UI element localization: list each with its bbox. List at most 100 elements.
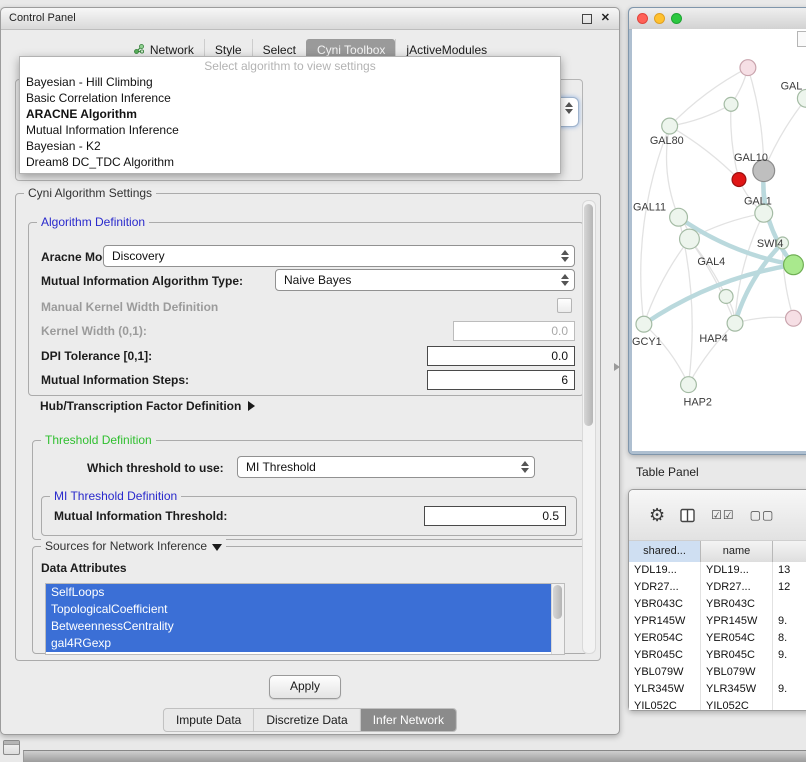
gear-icon[interactable]: ⚙	[649, 505, 665, 526]
algorithm-option[interactable]: Dream8 DC_TDC Algorithm	[20, 155, 560, 170]
network-node[interactable]	[786, 310, 802, 326]
which-threshold-select[interactable]: MI Threshold	[237, 456, 535, 478]
select-all-icon[interactable]: ☑☑	[711, 508, 735, 522]
network-window-titlebar[interactable]	[629, 8, 806, 30]
sources-group-title-text: Sources for Network Inference	[45, 539, 207, 553]
network-canvas[interactable]: GALGAL80GAL10GAL1GAL11SWI4GAL4GCY1HAP4HA…	[632, 29, 806, 451]
node-label: HAP2	[684, 396, 712, 408]
algorithm-option[interactable]: Mutual Information Inference	[20, 123, 560, 138]
algorithm-dropdown-popup: Select algorithm to view settings Bayesi…	[19, 56, 561, 174]
manual-kernel-width-checkbox[interactable]	[557, 298, 572, 313]
algorithm-option[interactable]: Bayesian - Hill Climbing	[20, 75, 560, 90]
settings-scrollbar[interactable]	[582, 200, 596, 654]
table-cell: YPR145W	[701, 613, 773, 630]
table-row[interactable]: YPR145WYPR145W9.	[629, 613, 806, 630]
bottom-tab-discretize-data[interactable]: Discretize Data	[253, 709, 359, 731]
algorithm-dropdown-placeholder: Select algorithm to view settings	[20, 57, 560, 75]
table-cell: YDL19...	[701, 562, 773, 579]
kernel-width-field[interactable]: 0.0	[453, 321, 575, 341]
attribute-item[interactable]: gal4RGexp	[46, 635, 564, 652]
data-attributes-label: Data Attributes	[41, 561, 127, 575]
node-label: SWI4	[757, 238, 784, 250]
network-node-gal10[interactable]	[732, 173, 746, 187]
network-edge	[689, 213, 763, 239]
table-cell: YLR345W	[701, 681, 773, 698]
network-node-hap4[interactable]	[727, 315, 743, 331]
attribute-item[interactable]: BetweennessCentrality	[46, 618, 564, 635]
table-cell: YDR27...	[629, 579, 701, 596]
aracne-mode-select[interactable]: Discovery	[103, 245, 575, 267]
node-label: GAL	[781, 80, 803, 92]
network-node-gal80[interactable]	[662, 118, 678, 134]
column-header[interactable]: shared...	[629, 541, 701, 562]
algorithm-options: Bayesian - Hill ClimbingBasic Correlatio…	[20, 75, 560, 170]
attribute-item[interactable]: TopologicalCoefficient	[46, 601, 564, 618]
settings-group-title: Cyni Algorithm Settings	[24, 186, 156, 200]
table-row[interactable]: YDR27...YDR27...12	[629, 579, 806, 596]
algorithm-option[interactable]: Bayesian - K2	[20, 139, 560, 154]
network-node-hap2[interactable]	[681, 377, 697, 393]
mi-steps-field[interactable]: 6	[427, 370, 575, 390]
tab-label: jActiveModules	[406, 43, 487, 57]
network-edge	[735, 317, 793, 323]
float-window-icon[interactable]	[582, 14, 592, 24]
algorithm-option[interactable]: Basic Correlation Inference	[20, 91, 560, 106]
tab-label: Select	[263, 43, 296, 57]
network-node[interactable]	[719, 290, 733, 304]
list-scrollbar[interactable]	[551, 584, 564, 654]
table-cell	[773, 596, 806, 613]
canvas-scroll-corner[interactable]	[797, 31, 806, 47]
table-row[interactable]: YBR043CYBR043C	[629, 596, 806, 613]
network-node-gcy1[interactable]	[636, 316, 652, 332]
which-threshold-label: Which threshold to use:	[87, 461, 224, 475]
splitter-collapse-icon[interactable]	[614, 363, 620, 371]
algorithm-option[interactable]: ARACNE Algorithm	[20, 107, 560, 122]
threshold-definition-title: Threshold Definition	[41, 433, 156, 447]
table-cell: YLR345W	[629, 681, 701, 698]
table-cell	[773, 664, 806, 681]
hub-definition-toggle[interactable]: Hub/Transcription Factor Definition	[40, 399, 255, 413]
column-visibility-icon[interactable]	[680, 508, 696, 523]
network-node-gal11[interactable]	[670, 208, 688, 226]
table-row[interactable]: YLR345WYLR345W9.	[629, 681, 806, 698]
bottom-tab-infer-network[interactable]: Infer Network	[360, 709, 456, 731]
control-panel-titlebar[interactable]: Control Panel ✕	[1, 8, 619, 30]
dpi-tolerance-field[interactable]: 0.0	[427, 346, 575, 366]
network-node-gal4[interactable]	[680, 229, 700, 249]
close-traffic-light-icon[interactable]	[637, 13, 648, 24]
table-cell: YBR045C	[701, 647, 773, 664]
docked-panel-icon[interactable]	[3, 740, 20, 755]
network-edge	[644, 324, 689, 384]
combo-arrows-icon	[521, 461, 529, 473]
deselect-all-icon[interactable]: ▢▢	[750, 508, 775, 522]
zoom-traffic-light-icon[interactable]	[671, 13, 682, 24]
node-label: HAP4	[699, 333, 727, 345]
table-row[interactable]: YBR045CYBR045C9.	[629, 647, 806, 664]
node-label: GAL11	[633, 201, 666, 213]
attribute-item[interactable]: SelfLoops	[46, 584, 564, 601]
minimize-traffic-light-icon[interactable]	[654, 13, 665, 24]
tab-label: Cyni Toolbox	[317, 43, 385, 57]
scrollbar-thumb[interactable]	[553, 585, 562, 619]
collapse-arrow-icon	[212, 544, 222, 551]
table-row[interactable]: YDL19...YDL19...13	[629, 562, 806, 579]
table-row[interactable]: YBL079WYBL079W	[629, 664, 806, 681]
table-row[interactable]: YER054CYER054C8.	[629, 630, 806, 647]
column-header[interactable]	[773, 541, 806, 562]
mi-algorithm-type-select[interactable]: Naive Bayes	[275, 269, 575, 291]
sources-group-title[interactable]: Sources for Network Inference	[41, 539, 226, 553]
network-node[interactable]	[740, 60, 756, 76]
apply-button[interactable]: Apply	[269, 675, 341, 699]
network-node[interactable]	[724, 97, 738, 111]
bottom-tab-impute-data[interactable]: Impute Data	[164, 709, 253, 731]
network-node[interactable]	[784, 255, 804, 275]
scrollbar-thumb[interactable]	[584, 204, 593, 426]
table-cell: YBL079W	[629, 664, 701, 681]
combo-arrows-icon	[561, 274, 569, 286]
mi-threshold-field[interactable]: 0.5	[424, 506, 566, 526]
column-header[interactable]: name	[701, 541, 773, 562]
close-window-icon[interactable]: ✕	[601, 11, 610, 24]
table-row[interactable]: YIL052CYIL052C	[629, 698, 806, 710]
bottom-tab-bar: Impute DataDiscretize DataInfer Network	[163, 708, 457, 732]
table-cell: YBR043C	[701, 596, 773, 613]
